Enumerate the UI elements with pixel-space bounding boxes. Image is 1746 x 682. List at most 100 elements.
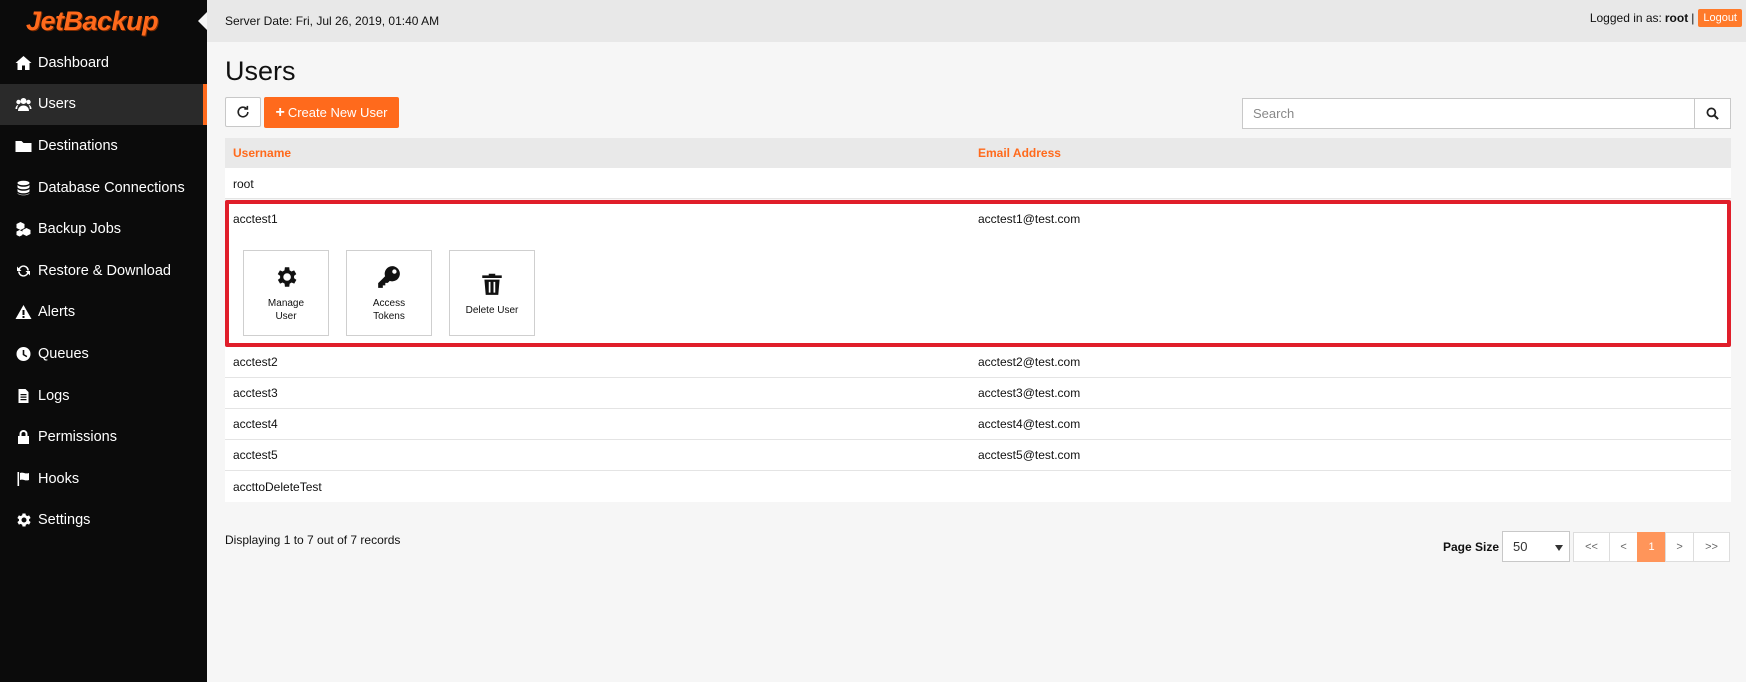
cell-email: acctest4@test.com — [978, 417, 1081, 431]
sidebar-item-dashboard[interactable]: Dashboard — [0, 42, 207, 84]
page-size-label: Page Size — [1443, 539, 1500, 554]
access-tokens-label: Access Tokens — [372, 298, 406, 322]
table-header: Username Email Address — [225, 138, 1731, 170]
table-row[interactable]: acctest3 acctest3@test.com — [225, 378, 1731, 409]
user-actions: Manage User Access Tokens Delete User — [243, 250, 535, 336]
cell-username: acctest3 — [233, 386, 278, 400]
users-table: Username Email Address root acctest1 acc… — [225, 138, 1731, 502]
lock-icon — [13, 429, 33, 445]
delete-user-label: Delete User — [465, 304, 519, 316]
table-row[interactable]: acctest1 acctest1@test.com — [229, 204, 1727, 233]
table-row[interactable]: acctest4 acctest4@test.com — [225, 409, 1731, 440]
cell-username: acctest4 — [233, 417, 278, 431]
sidebar-item-hooks[interactable]: Hooks — [0, 458, 207, 500]
logo-text: JetBackup — [26, 5, 159, 36]
records-count: Displaying 1 to 7 out of 7 records — [225, 533, 401, 547]
refresh-icon — [237, 105, 249, 118]
sidebar-collapse-toggle[interactable] — [198, 12, 207, 30]
sidebar-item-logs[interactable]: Logs — [0, 375, 207, 417]
cell-username: accttoDeleteTest — [233, 479, 322, 494]
table-row[interactable]: root — [225, 170, 1731, 199]
table-row[interactable]: acctest5 acctest5@test.com — [225, 440, 1731, 471]
logged-in-username: root — [1664, 11, 1689, 25]
cell-username: acctest5 — [233, 448, 278, 462]
flag-icon — [13, 471, 33, 487]
file-icon — [13, 388, 33, 404]
manage-user-label: Manage User — [267, 298, 305, 322]
sidebar-item-users[interactable]: Users — [0, 83, 207, 126]
top-bar: Server Date: Fri, Jul 26, 2019, 01:40 AM… — [207, 0, 1746, 42]
refresh-button[interactable] — [225, 97, 261, 127]
pagination: Page Size 50 << < 1 > >> — [1443, 531, 1731, 562]
sidebar-item-alerts[interactable]: Alerts — [0, 292, 207, 334]
logged-in-label: Logged in as: — [1589, 11, 1662, 25]
cell-email: acctest2@test.com — [978, 355, 1081, 369]
cell-email: acctest1@test.com — [978, 211, 1081, 226]
sidebar-item-label: Alerts — [38, 304, 76, 321]
search-input[interactable] — [1242, 98, 1695, 129]
server-date: Server Date: Fri, Jul 26, 2019, 01:40 AM — [225, 14, 440, 28]
first-page-button[interactable]: << — [1573, 531, 1611, 562]
last-page-button[interactable]: >> — [1693, 531, 1731, 562]
search-button[interactable] — [1695, 98, 1731, 129]
warning-icon — [13, 304, 33, 320]
sidebar-item-queues[interactable]: Queues — [0, 333, 207, 375]
prev-page-button[interactable]: < — [1609, 531, 1639, 562]
sidebar-item-label: Users — [38, 96, 76, 113]
sync-icon — [13, 263, 33, 279]
sidebar-item-label: Settings — [38, 512, 91, 529]
sidebar-item-label: Dashboard — [38, 54, 109, 71]
cell-username: root — [233, 177, 254, 191]
sidebar-item-database-connections[interactable]: Database Connections — [0, 167, 207, 209]
cell-username: acctest2 — [233, 355, 278, 369]
sidebar-item-label: Restore & Download — [38, 262, 171, 279]
sidebar: JetBackup Dashboard Users Destinations Data… — [0, 0, 207, 682]
sidebar-item-permissions[interactable]: Permissions — [0, 416, 207, 458]
table-row[interactable]: acctest2 acctest2@test.com — [225, 347, 1731, 378]
sidebar-item-backup-jobs[interactable]: Backup Jobs — [0, 208, 207, 250]
create-new-user-label: Create New User — [287, 105, 388, 120]
rows-after: acctest2 acctest2@test.com acctest3 acctest… — [225, 347, 1731, 502]
folder-icon — [13, 138, 33, 154]
column-header-email[interactable]: Email Address — [978, 146, 1061, 160]
delete-user-button[interactable]: Delete User — [449, 250, 535, 336]
expanded-user-row: acctest1 acctest1@test.com Manage User A… — [225, 200, 1731, 347]
sidebar-item-label: Logs — [38, 387, 70, 404]
logged-in-separator: | — [1691, 11, 1695, 25]
table-row[interactable]: accttoDeleteTest — [225, 471, 1731, 502]
rows-before: root — [225, 170, 1731, 199]
search-bar — [1242, 98, 1731, 129]
cell-email: acctest5@test.com — [978, 448, 1081, 462]
sidebar-item-restore-and-download[interactable]: Restore & Download — [0, 250, 207, 292]
gear-icon — [13, 512, 33, 528]
sidebar-item-settings[interactable]: Settings — [0, 500, 207, 542]
create-new-user-button[interactable]: + Create New User — [264, 97, 399, 128]
users-icon — [13, 96, 33, 112]
sidebar-item-destinations[interactable]: Destinations — [0, 125, 207, 167]
cell-email: acctest3@test.com — [978, 386, 1081, 400]
logged-in-info: Logged in as: root | Logout — [1590, 9, 1742, 27]
page-title: Users — [225, 56, 296, 86]
key-icon — [378, 266, 400, 288]
logout-button[interactable]: Logout — [1698, 9, 1742, 27]
sidebar-nav: Dashboard Users Destinations Database Conne… — [0, 42, 207, 541]
sidebar-item-label: Destinations — [38, 137, 118, 154]
sidebar-item-label: Hooks — [38, 470, 80, 487]
clock-icon — [13, 346, 33, 362]
sidebar-item-label: Backup Jobs — [38, 221, 122, 238]
cell-username: acctest1 — [233, 211, 278, 226]
database-icon — [13, 180, 33, 196]
trash-icon — [482, 273, 502, 295]
manage-user-button[interactable]: Manage User — [243, 250, 329, 336]
column-header-username[interactable]: Username — [225, 146, 978, 160]
logo[interactable]: JetBackup — [0, 0, 207, 42]
page-size-select[interactable]: 50 — [1502, 531, 1571, 562]
cubes-icon — [13, 221, 33, 237]
current-page-button[interactable]: 1 — [1637, 531, 1667, 562]
gear-icon — [277, 267, 297, 287]
sidebar-item-label: Permissions — [38, 429, 117, 446]
sidebar-item-label: Database Connections — [38, 179, 185, 196]
access-tokens-button[interactable]: Access Tokens — [346, 250, 432, 336]
next-page-button[interactable]: > — [1665, 531, 1695, 562]
sidebar-item-label: Queues — [38, 345, 89, 362]
